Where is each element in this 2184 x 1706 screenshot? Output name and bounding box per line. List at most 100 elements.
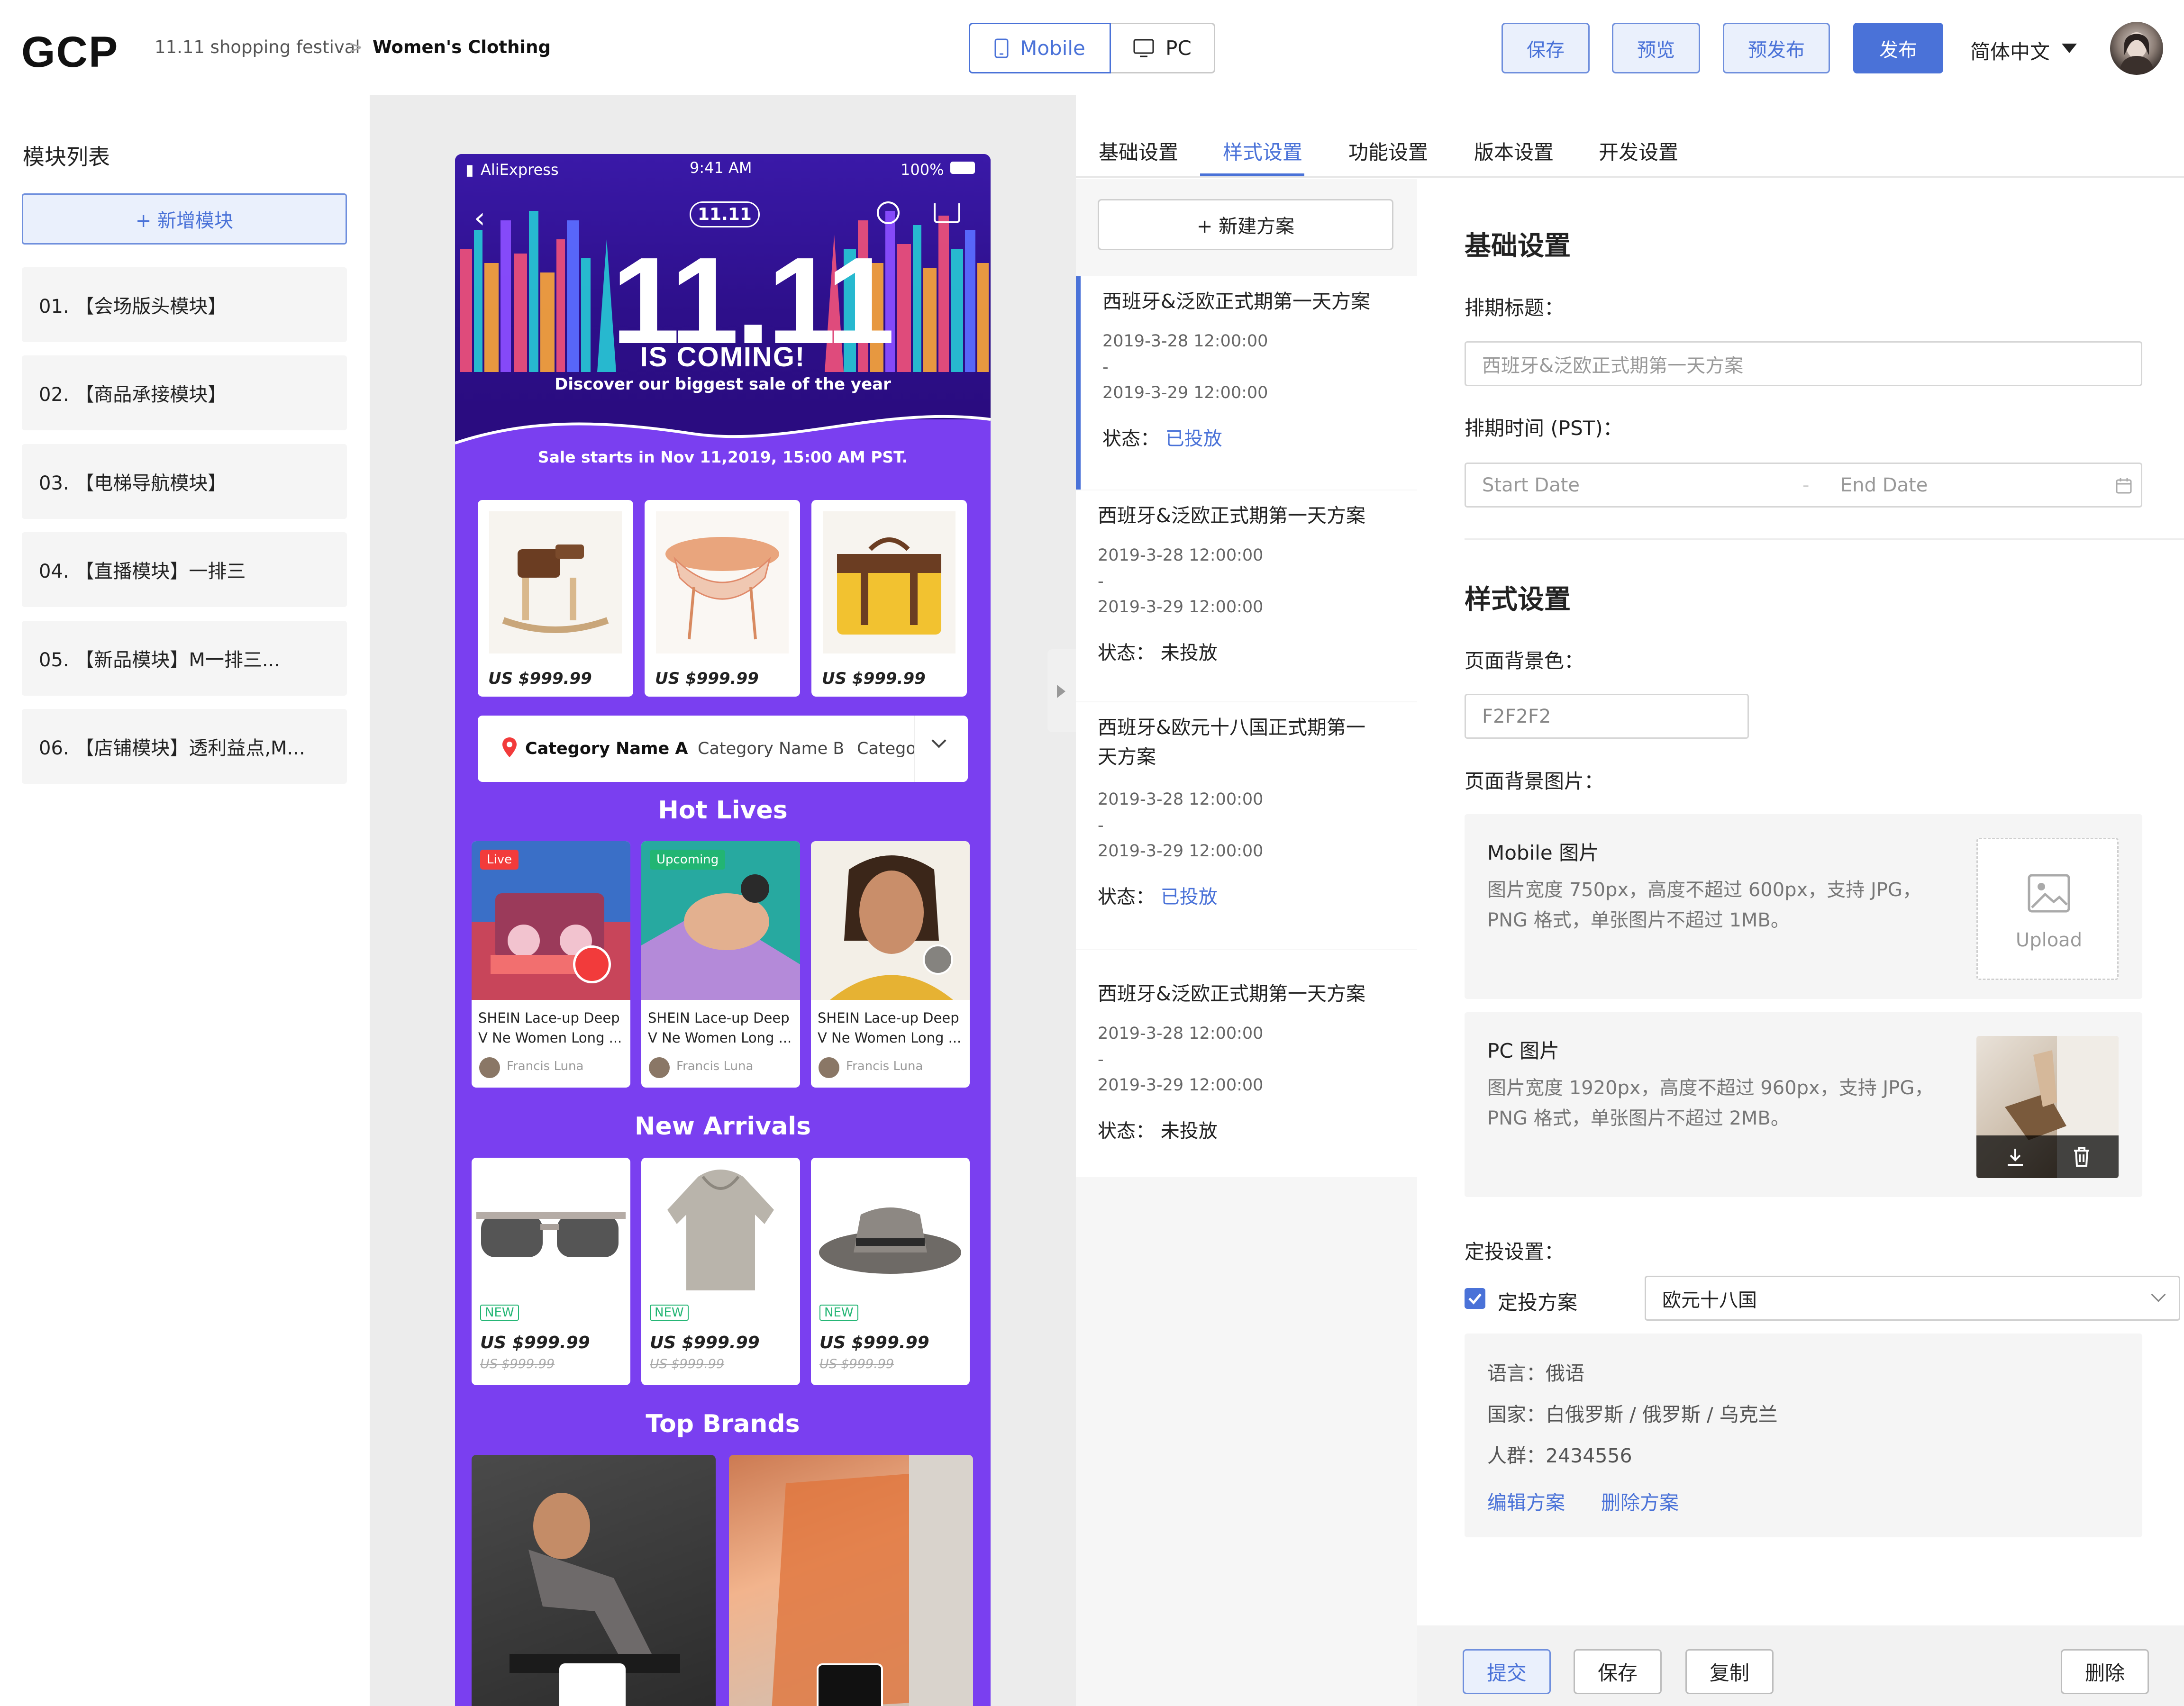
- nike-logo: [817, 1663, 883, 1706]
- delete-plan-link[interactable]: 删除方案: [1601, 1487, 1679, 1515]
- mobile-upload-slot[interactable]: Upload: [1976, 838, 2119, 980]
- plan-start: 2019-3-28 12:00:00: [1098, 1024, 1264, 1043]
- plan-item[interactable]: 西班牙&欧元十八国正式期第一天方案 2019-3-28 12:00:00 - 2…: [1076, 702, 1417, 949]
- old-price: US $999.99: [480, 1357, 555, 1371]
- tab-feature-settings[interactable]: 功能设置: [1348, 136, 1428, 165]
- live-card[interactable]: Live SHEIN Lace-up Deep V Ne Women Long …: [472, 841, 630, 1088]
- category-nav: Category Name A Category Name B Catego: [478, 716, 968, 782]
- module-item-4[interactable]: 04. 【直播模块】一排三: [22, 532, 347, 607]
- plan-item[interactable]: 西班牙&泛欧正式期第一天方案 2019-3-28 12:00:00 - 2019…: [1076, 490, 1417, 701]
- product-card[interactable]: US $999.99: [478, 500, 633, 697]
- play-icon[interactable]: [923, 944, 953, 975]
- add-module-button[interactable]: + 新增模块: [22, 193, 347, 245]
- plan-item[interactable]: 西班牙&泛欧正式期第一天方案 2019-3-28 12:00:00 - 2019…: [1076, 276, 1417, 490]
- tab-basic-settings[interactable]: 基础设置: [1099, 136, 1178, 165]
- category-expand-button[interactable]: [914, 716, 968, 782]
- back-arrow-icon[interactable]: ‹: [474, 201, 485, 235]
- category-tab-b[interactable]: Category Name B: [698, 739, 844, 758]
- breadcrumb-festival[interactable]: 11.11 shopping festival: [155, 37, 360, 57]
- end-date-input[interactable]: End Date: [1840, 474, 1928, 496]
- live-author: Francis Luna: [846, 1059, 923, 1073]
- tab-dev-settings[interactable]: 开发设置: [1599, 136, 1678, 165]
- footer-save-button[interactable]: 保存: [1574, 1649, 1662, 1694]
- calendar-icon[interactable]: [2115, 477, 2132, 494]
- new-arrival-card[interactable]: NEW US $999.99 US $999.99: [811, 1158, 970, 1385]
- search-icon[interactable]: [877, 201, 900, 224]
- author-avatar: [479, 1057, 500, 1078]
- module-item-3[interactable]: 03. 【电梯导航模块】: [22, 444, 347, 519]
- product-card[interactable]: US $999.99: [645, 500, 800, 697]
- date-range-sep: -: [1802, 474, 1810, 496]
- edit-plan-link[interactable]: 编辑方案: [1487, 1487, 1565, 1515]
- signal-icon: ▮: [465, 161, 474, 179]
- category-tab-c[interactable]: Catego: [857, 739, 916, 758]
- country-label: 国家：: [1487, 1403, 1546, 1426]
- publish-button[interactable]: 发布: [1853, 23, 1943, 73]
- save-button[interactable]: 保存: [1502, 23, 1590, 73]
- new-plan-button[interactable]: + 新建方案: [1098, 199, 1393, 250]
- module-item-1[interactable]: 01. 【会场版头模块】: [22, 267, 347, 342]
- delete-button[interactable]: 删除: [2061, 1649, 2149, 1694]
- trash-icon[interactable]: [2071, 1146, 2092, 1168]
- brand-card-nike[interactable]: [729, 1455, 973, 1706]
- bg-color-input[interactable]: F2F2F2: [1465, 694, 1749, 739]
- pc-image-thumbnail[interactable]: [1976, 1036, 2119, 1178]
- preview-button[interactable]: 预览: [1612, 23, 1700, 73]
- live-title: SHEIN Lace-up Deep V Ne Women Long ...: [818, 1010, 962, 1046]
- module-sidebar: 模块列表 + 新增模块 01. 【会场版头模块】 02. 【商品承接模块】 03…: [0, 95, 370, 1706]
- hero-tagline: Discover our biggest sale of the year: [555, 375, 891, 394]
- plan-status-label: 状态：: [1098, 886, 1155, 908]
- pc-image-box: PC 图片 图片宽度 1920px，高度不超过 960px，支持 JPG，PNG…: [1465, 1012, 2142, 1197]
- plan-item[interactable]: 西班牙&泛欧正式期第一天方案 2019-3-28 12:00:00 - 2019…: [1076, 950, 1417, 1177]
- upload-label: Upload: [2015, 929, 2083, 951]
- new-arrival-card[interactable]: NEW US $999.99 US $999.99: [641, 1158, 800, 1385]
- cart-icon[interactable]: [934, 203, 960, 223]
- author-avatar: [819, 1057, 839, 1078]
- language-label: 语言：: [1487, 1362, 1546, 1385]
- tab-version-settings[interactable]: 版本设置: [1474, 136, 1554, 165]
- battery-percent: 100%: [901, 161, 944, 179]
- view-pc-toggle[interactable]: PC: [1111, 23, 1215, 73]
- caret-down-icon[interactable]: [2062, 44, 2077, 53]
- language-selector[interactable]: 简体中文: [1970, 36, 2050, 65]
- status-bar: ▮ AliExpress 9:41 AM 100%: [455, 154, 991, 187]
- new-badge: NEW: [650, 1305, 689, 1321]
- product-card[interactable]: US $999.99: [811, 500, 967, 697]
- copy-button[interactable]: 复制: [1685, 1649, 1774, 1694]
- gcp-logo[interactable]: GCP: [21, 27, 118, 77]
- product-price: US $999.99: [488, 669, 592, 688]
- plan-status-label: 状态：: [1098, 1120, 1155, 1142]
- new-arrival-card[interactable]: NEW US $999.99 US $999.99: [472, 1158, 630, 1385]
- plan-date-sep: -: [1098, 816, 1104, 835]
- submit-button[interactable]: 提交: [1463, 1649, 1551, 1694]
- brand-card-underarmour[interactable]: [472, 1455, 716, 1706]
- targeting-select[interactable]: 欧元十八国: [1645, 1276, 2180, 1321]
- user-avatar[interactable]: [2110, 22, 2163, 75]
- module-item-6[interactable]: 06. 【店铺模块】透利益点,M...: [22, 709, 347, 784]
- live-author: Francis Luna: [507, 1059, 584, 1073]
- view-pc-label: PC: [1165, 36, 1192, 60]
- tab-style-settings[interactable]: 样式设置: [1223, 136, 1302, 165]
- download-icon[interactable]: [2005, 1147, 2026, 1168]
- module-item-5[interactable]: 05. 【新品模块】M一排三...: [22, 621, 347, 696]
- targeting-checkbox-label[interactable]: 定投方案: [1498, 1287, 1577, 1316]
- new-price: US $999.99: [480, 1333, 590, 1352]
- pc-image-title: PC 图片: [1487, 1039, 1560, 1062]
- schedule-title-input[interactable]: 西班牙&泛欧正式期第一天方案: [1465, 341, 2142, 386]
- prepublish-button[interactable]: 预发布: [1723, 23, 1830, 73]
- thumbs-up-icon[interactable]: [573, 945, 611, 983]
- start-date-input[interactable]: Start Date: [1482, 474, 1580, 496]
- new-price: US $999.99: [819, 1333, 929, 1352]
- live-badge: Live: [480, 850, 519, 870]
- date-range-picker[interactable]: Start Date - End Date: [1465, 463, 2142, 508]
- collapse-panel-button[interactable]: [1047, 649, 1076, 732]
- live-card[interactable]: Upcoming SHEIN Lace-up Deep V Ne Women L…: [641, 841, 800, 1088]
- targeting-checkbox[interactable]: [1465, 1288, 1485, 1309]
- schedule-title-label: 排期标题：: [1465, 296, 1565, 319]
- view-mobile-toggle[interactable]: Mobile: [969, 23, 1111, 73]
- check-icon: [1468, 1293, 1482, 1305]
- live-card[interactable]: SHEIN Lace-up Deep V Ne Women Long ... F…: [811, 841, 970, 1088]
- module-item-2[interactable]: 02. 【商品承接模块】: [22, 355, 347, 430]
- category-tab-a[interactable]: Category Name A: [525, 739, 688, 758]
- plan-end: 2019-3-29 12:00:00: [1102, 383, 1268, 402]
